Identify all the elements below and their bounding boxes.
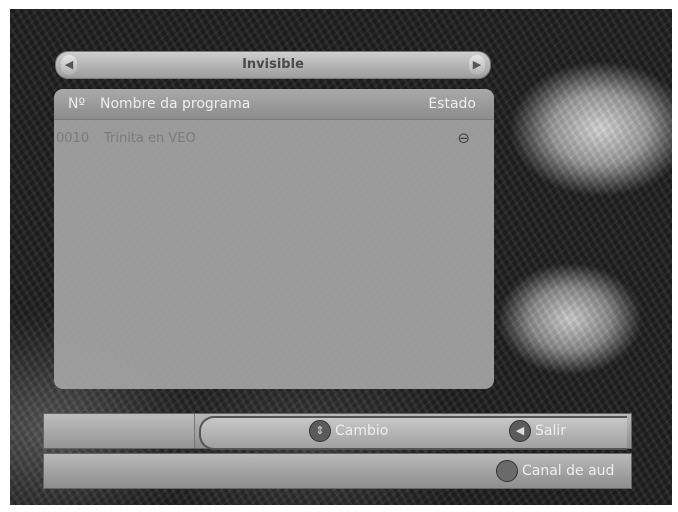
column-name: Nombre da programa (100, 96, 251, 112)
help-bar-left (44, 414, 195, 448)
help-bar: ⇕ Cambio ◀ Salir (43, 413, 632, 450)
lock-icon: ⊖ (457, 129, 470, 147)
change-label: Cambio (335, 423, 389, 439)
exit-icon: ◀ (509, 420, 531, 442)
exit-key[interactable]: ◀ Salir (509, 420, 566, 442)
tv-screen: ◀ Invisible ▶ Nº Nombre da programa Esta… (10, 9, 672, 505)
row-number: 0010 (56, 131, 90, 146)
column-number: Nº (68, 96, 86, 112)
up-down-icon: ⇕ (309, 420, 331, 442)
page-title: Invisible (242, 57, 304, 72)
audio-bar: Canal de aud (43, 453, 632, 489)
audio-label: Canal de aud (522, 463, 615, 479)
table-row[interactable]: 0010 Trinita en VEO ⊖ (54, 126, 494, 150)
column-status: Estado (428, 96, 476, 112)
table-header: Nº Nombre da programa Estado (54, 89, 494, 120)
audio-channel-key[interactable]: Canal de aud (496, 460, 614, 482)
row-name: Trinita en VEO (104, 131, 196, 146)
program-list-panel: Nº Nombre da programa Estado 0010 Trinit… (54, 89, 494, 389)
arrow-right-icon[interactable]: ▶ (469, 55, 485, 75)
title-bar: ◀ Invisible ▶ (55, 51, 491, 79)
exit-label: Salir (535, 423, 567, 439)
change-key[interactable]: ⇕ Cambio (309, 420, 388, 442)
audio-icon (496, 460, 518, 482)
